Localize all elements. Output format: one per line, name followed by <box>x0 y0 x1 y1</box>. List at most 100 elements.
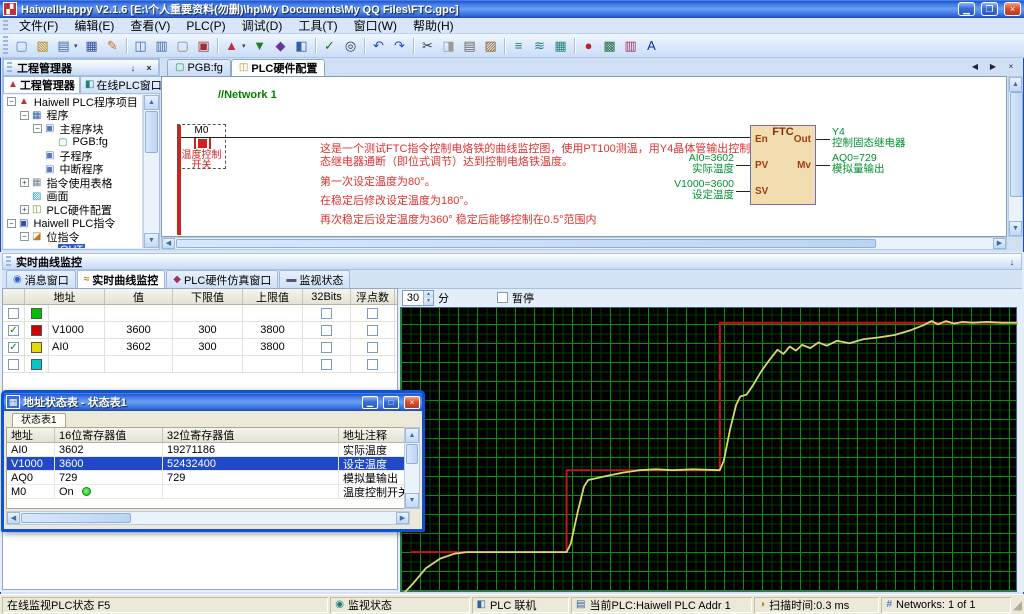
scroll-thumb[interactable] <box>1010 92 1023 197</box>
scroll-thumb[interactable] <box>406 444 418 464</box>
tree-item[interactable]: −▲Haiwell PLC程序项目 <box>4 95 142 109</box>
close-button[interactable]: × <box>1004 2 1021 16</box>
tree-expander-icon[interactable]: + <box>20 178 29 187</box>
menu-item-3[interactable]: 查看(V) <box>122 16 178 35</box>
paste-icon[interactable]: ▨ <box>481 36 500 55</box>
save-as-icon-dropdown[interactable]: ▾ <box>74 42 81 50</box>
tree-item[interactable]: −▣主程序块 <box>4 122 142 136</box>
menu-item-1[interactable]: 文件(F) <box>11 16 66 35</box>
scroll-down-icon[interactable]: ▼ <box>405 493 419 508</box>
stop-plc-icon[interactable]: ● <box>579 36 598 55</box>
undo-icon[interactable]: ↶ <box>369 36 388 55</box>
tree-item[interactable]: ▬OUT <box>4 244 142 249</box>
close-panel-icon[interactable]: × <box>142 61 156 74</box>
tree-expander-icon[interactable]: − <box>20 232 29 241</box>
value-format-checkbox[interactable] <box>321 325 332 336</box>
monitor-tab-1[interactable]: ◉消息窗口 <box>6 270 76 288</box>
status-table-tab[interactable]: 状态表1 <box>12 413 66 427</box>
trend-chart[interactable] <box>400 307 1017 592</box>
compile-icon[interactable]: ▲ <box>222 36 241 55</box>
instruction-table-icon[interactable]: ▦ <box>551 36 570 55</box>
spin-up-icon[interactable]: ▲ <box>423 291 433 298</box>
new-file-icon[interactable]: ▢ <box>12 36 31 55</box>
upload-plc-icon[interactable]: ◆ <box>271 36 290 55</box>
spin-down-icon[interactable]: ▼ <box>423 298 433 305</box>
contact-m0[interactable]: M0 温度控制开关 <box>177 124 226 169</box>
scroll-up-icon[interactable]: ▲ <box>144 95 159 110</box>
ladder-canvas[interactable]: //Network 1 M0 温度控制开关 这是一个测试FTC指令控制电烙铁的曲… <box>161 76 1007 237</box>
menu-item-6[interactable]: 工具(T) <box>290 16 345 35</box>
value-format-checkbox[interactable] <box>321 308 332 319</box>
tree-item[interactable]: −◪位指令 <box>4 230 142 244</box>
maximize-button[interactable]: □ <box>383 396 399 409</box>
compile-icon-dropdown[interactable]: ▾ <box>242 42 249 50</box>
time-window-value[interactable]: 30 <box>403 291 423 305</box>
address-status-window[interactable]: ▦ 地址状态表 - 状态表1 ▁ □ × 状态表1 地址16位寄存器值32位寄存… <box>1 390 425 532</box>
download-plc-icon[interactable]: ▼ <box>250 36 269 55</box>
scroll-left-icon[interactable]: ◀ <box>162 238 175 249</box>
address-row[interactable]: AI0360219271186实际温度 <box>7 443 409 457</box>
close-project-icon[interactable]: ▣ <box>194 36 213 55</box>
curve-enable-checkbox[interactable]: ✓ <box>8 325 19 336</box>
menu-item-5[interactable]: 调试(D) <box>234 16 291 35</box>
editor-tab-1[interactable]: ▢PGB:fg <box>167 59 231 76</box>
ftc-instruction-block[interactable]: FTC En PV SV Out Mv <box>750 125 816 205</box>
address-row[interactable]: AQ0729729模拟量输出 <box>7 471 409 485</box>
value-format-checkbox[interactable] <box>367 359 378 370</box>
project-panel-header[interactable]: 工程管理器 ↓ × <box>3 59 159 76</box>
editor-hscrollbar[interactable]: ◀ ▶ <box>161 237 1007 250</box>
menu-item-2[interactable]: 编辑(E) <box>66 16 122 35</box>
value-format-checkbox[interactable] <box>367 308 378 319</box>
minimize-button[interactable]: ▁ <box>362 396 378 409</box>
find-icon[interactable]: ◎ <box>341 36 360 55</box>
print-preview-icon[interactable]: ▥ <box>152 36 171 55</box>
insert-branch-icon[interactable]: ≋ <box>530 36 549 55</box>
pause-checkbox[interactable] <box>497 292 508 303</box>
scroll-thumb[interactable] <box>176 239 876 248</box>
minimize-button[interactable]: ▁ <box>958 2 975 16</box>
time-window-spinner[interactable]: 30 ▲▼ <box>402 290 434 306</box>
export-icon[interactable]: ▢ <box>173 36 192 55</box>
restore-button[interactable]: ❐ <box>981 2 998 16</box>
address-row[interactable]: V1000360052432400设定温度 <box>7 457 409 471</box>
page-setup-icon[interactable]: ◫ <box>131 36 150 55</box>
hardware-sim-icon[interactable]: ▩ <box>600 36 619 55</box>
monitor-tab-2[interactable]: ≈实时曲线监控 <box>77 270 166 288</box>
value-format-checkbox[interactable] <box>321 342 332 353</box>
watch-row[interactable] <box>3 305 397 322</box>
save-icon[interactable]: ▦ <box>82 36 101 55</box>
menu-item-4[interactable]: PLC(P) <box>178 18 233 34</box>
value-format-checkbox[interactable] <box>321 359 332 370</box>
tree-expander-icon[interactable]: − <box>7 219 16 228</box>
curve-enable-checkbox[interactable]: ✓ <box>8 342 19 353</box>
scroll-down-icon[interactable]: ▼ <box>144 233 159 248</box>
project-panel-grip[interactable] <box>7 62 12 74</box>
menubar-grip[interactable] <box>3 20 8 32</box>
save-as-icon[interactable]: ▤ <box>54 36 73 55</box>
scroll-up-icon[interactable]: ▲ <box>1009 77 1022 92</box>
tree-expander-icon[interactable]: + <box>20 205 29 214</box>
resize-grip-icon[interactable]: ◢ <box>1013 598 1022 612</box>
scroll-down-icon[interactable]: ▼ <box>1009 221 1022 236</box>
print-icon[interactable]: ✎ <box>103 36 122 55</box>
scroll-right-icon[interactable]: ▶ <box>993 238 1006 249</box>
redo-icon[interactable]: ↷ <box>390 36 409 55</box>
curve-enable-checkbox[interactable] <box>8 308 19 319</box>
monitor-panel-header[interactable]: 实时曲线监控 ↓ <box>2 253 1022 270</box>
watch-row[interactable]: ✓V100036003003800 <box>3 322 397 339</box>
editor-vscrollbar[interactable]: ▲ ▼ <box>1008 76 1023 237</box>
address-table-hscrollbar[interactable]: ◀ ▶ <box>6 511 410 525</box>
close-button[interactable]: × <box>404 396 420 409</box>
copy-icon[interactable]: ▤ <box>460 36 479 55</box>
pin-icon[interactable]: ↓ <box>1005 255 1019 268</box>
online-monitor-icon[interactable]: ◧ <box>292 36 311 55</box>
menu-item-7[interactable]: 窗口(W) <box>346 16 405 35</box>
doc-close-icon[interactable]: × <box>1004 60 1018 73</box>
value-format-checkbox[interactable] <box>367 342 378 353</box>
tree-expander-icon[interactable]: − <box>33 124 42 133</box>
scroll-thumb[interactable] <box>21 513 131 523</box>
project-tree-scrollbar[interactable]: ▲ ▼ <box>143 95 158 248</box>
tree-expander-icon[interactable]: − <box>7 97 16 106</box>
cut-icon[interactable]: ✂ <box>418 36 437 55</box>
scroll-up-icon[interactable]: ▲ <box>405 428 419 443</box>
